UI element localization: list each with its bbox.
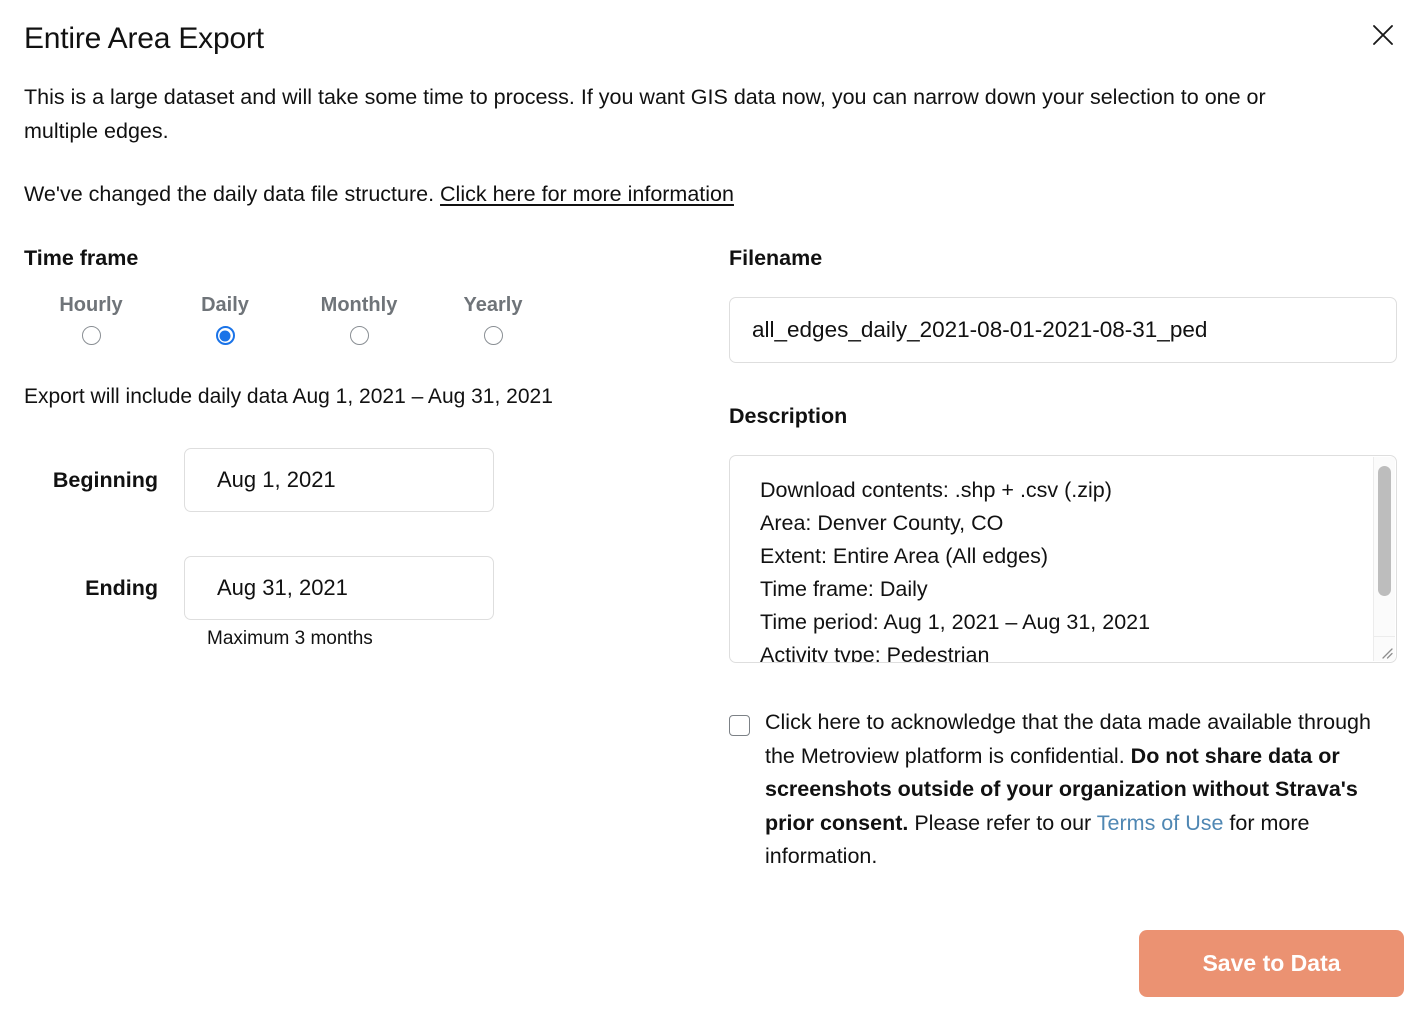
- acknowledgement-row: Click here to acknowledge that the data …: [729, 706, 1399, 874]
- radio-option-daily[interactable]: Daily: [158, 294, 292, 345]
- radio-yearly[interactable]: [483, 326, 503, 345]
- description-scrollbar-thumb[interactable]: [1378, 466, 1391, 596]
- radio-option-monthly[interactable]: Monthly: [292, 294, 426, 345]
- acknowledgement-part2: Please refer to our: [908, 810, 1097, 835]
- entire-area-export-dialog: Entire Area Export This is a large datas…: [0, 0, 1416, 1012]
- radio-hourly[interactable]: [81, 326, 101, 345]
- more-information-link[interactable]: Click here for more information: [440, 182, 734, 206]
- radio-option-hourly[interactable]: Hourly: [24, 294, 158, 345]
- ending-date-row: Ending: [24, 556, 494, 620]
- radio-label-monthly: Monthly: [320, 294, 398, 316]
- beginning-date-input[interactable]: [184, 448, 494, 512]
- save-to-data-button[interactable]: Save to Data: [1139, 930, 1404, 997]
- acknowledgement-text: Click here to acknowledge that the data …: [765, 706, 1399, 874]
- file-structure-note-prefix: We've changed the daily data file struct…: [24, 182, 441, 206]
- timeframe-radio-group: Hourly Daily Monthly Yearly: [24, 294, 560, 345]
- acknowledgement-checkbox[interactable]: [729, 715, 750, 736]
- description-text: Download contents: .shp + .csv (.zip) Ar…: [760, 478, 1151, 662]
- terms-of-use-link[interactable]: Terms of Use: [1097, 811, 1224, 835]
- close-button[interactable]: [1364, 16, 1402, 54]
- close-icon: [1371, 23, 1395, 47]
- filename-input[interactable]: [729, 297, 1397, 363]
- beginning-date-row: Beginning: [24, 448, 494, 512]
- intro-text: This is a large dataset and will take so…: [24, 85, 1266, 143]
- radio-daily[interactable]: [215, 326, 235, 345]
- page-title: Entire Area Export: [24, 22, 264, 55]
- description-textarea[interactable]: Download contents: .shp + .csv (.zip) Ar…: [729, 455, 1397, 663]
- filename-section-label: Filename: [729, 246, 823, 270]
- description-scrollbar[interactable]: [1373, 457, 1395, 637]
- file-structure-note: We've changed the daily data file struct…: [24, 178, 734, 210]
- radio-label-hourly: Hourly: [59, 294, 123, 316]
- timeframe-section-label: Time frame: [24, 246, 139, 270]
- radio-label-daily: Daily: [201, 294, 249, 316]
- export-range-note: Export will include daily data Aug 1, 20…: [24, 385, 553, 408]
- radio-option-yearly[interactable]: Yearly: [426, 294, 560, 345]
- description-section-label: Description: [729, 404, 848, 428]
- beginning-label: Beginning: [52, 467, 158, 492]
- ending-date-input[interactable]: [184, 556, 494, 620]
- radio-label-yearly: Yearly: [463, 294, 523, 316]
- maximum-months-note: Maximum 3 months: [207, 628, 373, 649]
- radio-monthly[interactable]: [349, 326, 369, 345]
- ending-label: Ending: [85, 575, 158, 600]
- resize-handle-icon[interactable]: [1373, 636, 1395, 661]
